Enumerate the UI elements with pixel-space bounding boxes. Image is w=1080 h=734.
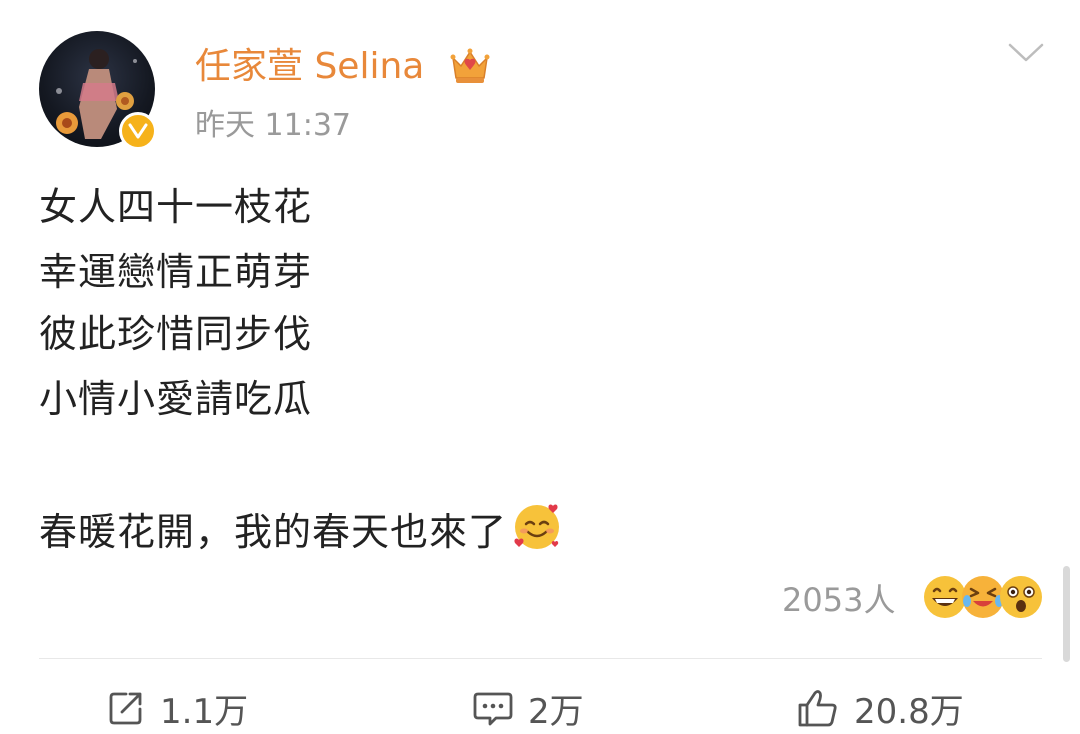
thumbs-up-icon bbox=[798, 690, 837, 727]
repost-icon bbox=[109, 692, 142, 725]
like-button[interactable]: 20.8万 bbox=[796, 684, 964, 732]
smiling-face-with-hearts-icon bbox=[511, 500, 563, 564]
author-name[interactable]: 任家萱 Selina bbox=[195, 42, 424, 92]
reaction-emojis[interactable] bbox=[922, 574, 1042, 624]
post-timestamp: 昨天 11:37 bbox=[195, 108, 351, 143]
astonished-face-icon bbox=[998, 574, 1044, 624]
divider bbox=[39, 658, 1042, 659]
comment-button[interactable]: 2万 bbox=[472, 684, 584, 732]
comment-icon bbox=[473, 692, 513, 726]
verified-badge-icon bbox=[119, 112, 157, 150]
repost-button[interactable]: 1.1万 bbox=[106, 684, 248, 732]
scrollbar[interactable] bbox=[1063, 566, 1070, 662]
like-count: 20.8万 bbox=[854, 691, 964, 732]
crown-icon[interactable] bbox=[449, 46, 491, 90]
post-line: 春暖花開，我的春天也來了 bbox=[39, 510, 508, 554]
chevron-down-icon[interactable] bbox=[1008, 42, 1044, 68]
comment-count: 2万 bbox=[528, 691, 584, 732]
post-line: 幸運戀情正萌芽 bbox=[39, 250, 313, 294]
post-line: 女人四十一枝花 bbox=[39, 185, 313, 229]
post-line: 小情小愛請吃瓜 bbox=[39, 377, 313, 421]
post-line: 彼此珍惜同步伐 bbox=[39, 312, 313, 356]
post-line-with-emoji: 春暖花開，我的春天也來了 bbox=[39, 500, 563, 564]
reaction-count[interactable]: 2053人 bbox=[782, 578, 895, 622]
repost-count: 1.1万 bbox=[160, 691, 249, 732]
